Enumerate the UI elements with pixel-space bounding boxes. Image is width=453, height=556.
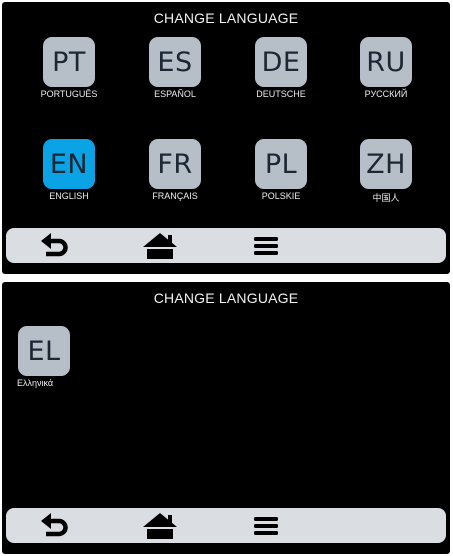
- menu-icon: [254, 516, 278, 535]
- back-arrow-icon: [41, 512, 68, 536]
- home-icon: [143, 512, 177, 539]
- back-arrow-icon: [41, 232, 68, 256]
- language-name: РУССКИЙ: [364, 89, 408, 99]
- language-name: ENGLISH: [49, 191, 89, 201]
- language-tile-selected: EN: [43, 139, 95, 189]
- language-tile: ES: [149, 37, 201, 87]
- language-option-pt[interactable]: PT PORTUGUÊS: [32, 37, 106, 99]
- language-name: PORTUGUÊS: [40, 89, 98, 99]
- screen-title: CHANGE LANGUAGE: [153, 10, 299, 26]
- language-screen-1: CHANGE LANGUAGE PT PORTUGUÊS ES ESPAÑOL …: [2, 2, 450, 274]
- language-tile: FR: [149, 139, 201, 189]
- language-option-de[interactable]: DE DEUTSCHE: [244, 37, 318, 99]
- language-option-fr[interactable]: FR FRANÇAIS: [138, 139, 212, 201]
- home-icon: [143, 232, 177, 259]
- home-button[interactable]: [138, 230, 182, 261]
- language-name: Ελληνικά: [17, 378, 54, 388]
- language-option-zh[interactable]: ZH 中国人: [349, 139, 423, 204]
- language-option-pl[interactable]: PL POLSKIE: [244, 139, 318, 201]
- language-screen-2: CHANGE LANGUAGE EL Ελληνικά: [2, 282, 450, 554]
- menu-button[interactable]: [244, 510, 288, 541]
- language-option-es[interactable]: ES ESPAÑOL: [138, 37, 212, 99]
- bottom-nav-bar: [6, 508, 446, 543]
- language-name: FRANÇAIS: [152, 191, 198, 201]
- menu-button[interactable]: [244, 230, 288, 261]
- back-button[interactable]: [33, 510, 77, 541]
- language-name: ESPAÑOL: [154, 89, 196, 99]
- menu-icon: [254, 236, 278, 255]
- language-option-el[interactable]: EL Ελληνικά: [17, 326, 71, 388]
- language-tile: RU: [360, 37, 412, 87]
- language-name: 中国人: [372, 193, 400, 203]
- screen-title: CHANGE LANGUAGE: [153, 290, 299, 306]
- language-tile: PL: [255, 139, 307, 189]
- language-tile: EL: [18, 326, 70, 376]
- back-button[interactable]: [33, 230, 77, 261]
- bottom-nav-bar: [6, 228, 446, 263]
- home-button[interactable]: [138, 510, 182, 541]
- language-tile: PT: [43, 37, 95, 87]
- language-name: DEUTSCHE: [256, 89, 306, 99]
- language-tile: ZH: [360, 139, 412, 189]
- language-tile: DE: [255, 37, 307, 87]
- language-option-en[interactable]: EN ENGLISH: [32, 139, 106, 201]
- language-name: POLSKIE: [261, 191, 301, 201]
- language-option-ru[interactable]: RU РУССКИЙ: [349, 37, 423, 99]
